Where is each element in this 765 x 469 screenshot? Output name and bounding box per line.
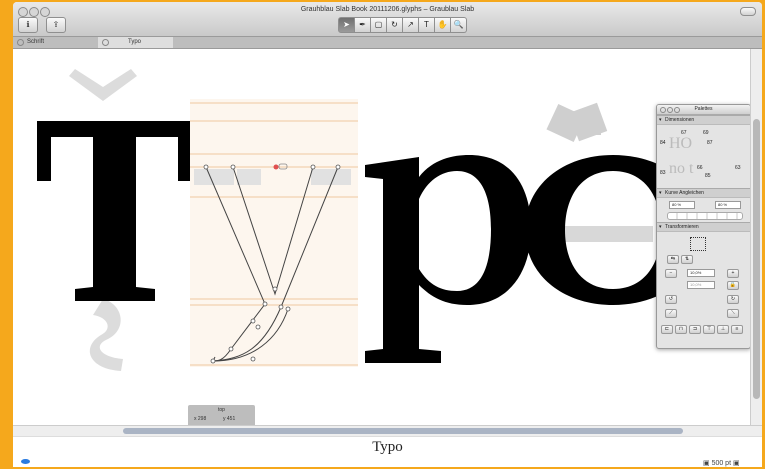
rotate-left-button[interactable]: ↺ bbox=[665, 295, 677, 304]
caron-ghost bbox=[69, 69, 137, 101]
slant-right-button[interactable]: ⟍ bbox=[727, 309, 739, 318]
glyph-name: Typo bbox=[372, 439, 403, 455]
scale-down-button[interactable]: − bbox=[665, 269, 677, 278]
curve-field-left[interactable]: 80 % bbox=[669, 201, 695, 209]
scale-field-vertical[interactable]: 10,0% bbox=[687, 281, 715, 289]
tab-label: Typo bbox=[128, 39, 142, 45]
preview-footer: Typo ▣ 500 pt ▣ bbox=[13, 436, 762, 467]
lock-icon[interactable]: 🔒 bbox=[727, 281, 739, 290]
dimension-value: 66 bbox=[697, 165, 703, 171]
section-curve-label: Kurve Angleichen bbox=[665, 190, 704, 196]
align-center-button[interactable]: ⊓ bbox=[675, 325, 687, 334]
bar-ghost bbox=[553, 226, 653, 242]
dimension-value: 84 bbox=[660, 140, 666, 146]
align-buttons: ⊏ ⊓ ⊐ ⊤ ⊥ ≡ bbox=[661, 325, 743, 334]
dimensions-box: HO no t 84 67 69 87 63 83 66 85 bbox=[657, 125, 750, 188]
rotate-right-button[interactable]: ↻ bbox=[727, 295, 739, 304]
select-tool-icon[interactable]: ➤ bbox=[338, 17, 355, 33]
slant-left-button[interactable]: ⟋ bbox=[665, 309, 677, 318]
accent-ghosts-right bbox=[546, 102, 608, 143]
section-transform-label: Transformieren bbox=[665, 224, 699, 230]
align-right-button[interactable]: ⊐ bbox=[689, 325, 701, 334]
knife-tool-icon[interactable]: ↗ bbox=[403, 17, 419, 33]
rectangle-tool-icon[interactable]: ▢ bbox=[371, 17, 387, 33]
dimension-value: 69 bbox=[703, 130, 709, 136]
tab-label: Schrift bbox=[27, 39, 45, 45]
mirror-horizontal-button[interactable]: ⇆ bbox=[667, 255, 679, 264]
horizontal-scroll-thumb[interactable] bbox=[123, 428, 683, 434]
glyph-view bbox=[37, 69, 703, 371]
export-icon: ⇪ bbox=[52, 20, 60, 29]
scale-up-button[interactable]: + bbox=[727, 269, 739, 278]
export-button[interactable]: ⇪ bbox=[46, 17, 66, 33]
reference-point-grid[interactable] bbox=[690, 237, 706, 251]
tab-schrift[interactable]: Schrift bbox=[13, 37, 98, 48]
align-left-button[interactable]: ⊏ bbox=[661, 325, 673, 334]
dimension-value: 63 bbox=[735, 165, 741, 171]
coordinates-label: top bbox=[218, 407, 225, 413]
align-top-button[interactable]: ⊤ bbox=[703, 325, 715, 334]
dimension-glyphs: HO bbox=[669, 135, 693, 152]
glyph-y-box bbox=[190, 99, 358, 367]
palette-title: Palettes bbox=[694, 106, 713, 112]
text-tool-icon[interactable]: T bbox=[419, 17, 435, 33]
curve-presets[interactable] bbox=[667, 212, 743, 220]
section-dimensions-label: Dimensionen bbox=[665, 117, 695, 123]
dimension-value: 67 bbox=[681, 130, 687, 136]
cedilla-ghost bbox=[89, 299, 123, 371]
vertical-scroll-thumb[interactable] bbox=[753, 119, 760, 399]
coordinate-x[interactable]: x 298 bbox=[194, 416, 206, 422]
curve-box: 80 % 80 % bbox=[657, 198, 750, 222]
hand-tool-icon[interactable]: ✋ bbox=[435, 17, 451, 33]
dimension-value: 87 bbox=[707, 140, 713, 146]
close-tab-icon[interactable] bbox=[17, 39, 24, 46]
info-button[interactable]: ℹ bbox=[18, 17, 38, 33]
window-title: Grauhblau Slab Book 20111206.glyphs – Gr… bbox=[300, 6, 475, 13]
align-middle-button[interactable]: ⊥ bbox=[717, 325, 729, 334]
info-icon: ℹ bbox=[26, 20, 30, 29]
toolbar-toggle-button[interactable] bbox=[740, 7, 756, 16]
titlebar: Grauhblau Slab Book 20111206.glyphs – Gr… bbox=[13, 2, 762, 37]
tab-typo[interactable]: Typo bbox=[98, 37, 173, 48]
edit-canvas[interactable]: Palettes Dimensionen HO no t 84 67 69 87… bbox=[13, 49, 750, 425]
glyph-p[interactable] bbox=[365, 155, 531, 363]
draw-tool-icon[interactable]: ✒ bbox=[355, 17, 371, 33]
rotate-tool-icon[interactable]: ↻ bbox=[387, 17, 403, 33]
align-bottom-button[interactable]: ≡ bbox=[731, 325, 743, 334]
coordinate-y[interactable]: y 451 bbox=[223, 416, 235, 422]
zoom-tool-icon[interactable]: 🔍 bbox=[451, 17, 467, 33]
tab-bar: Schrift Typo bbox=[13, 37, 762, 49]
dimension-glyphs-lower: no t bbox=[669, 160, 694, 177]
dimension-value: 83 bbox=[660, 170, 666, 176]
section-curve[interactable]: Kurve Angleichen bbox=[657, 188, 750, 198]
section-transform[interactable]: Transformieren bbox=[657, 222, 750, 232]
anchor-handle[interactable] bbox=[273, 164, 279, 170]
scale-field[interactable]: 10,0% bbox=[687, 269, 715, 277]
palettes-panel: Palettes Dimensionen HO no t 84 67 69 87… bbox=[656, 104, 750, 349]
section-dimensions[interactable]: Dimensionen bbox=[657, 115, 750, 125]
transform-box: ⇆ ⇅ − 10,0% + 10,0% 🔒 ↺ ↻ ⟋ ⟍ ⊏ ⊓ ⊐ ⊤ ⊥ … bbox=[657, 232, 750, 348]
coordinates-box: top x 298 y 451 bbox=[188, 405, 255, 427]
zoom-level[interactable]: ▣ 500 pt ▣ bbox=[703, 459, 740, 467]
tool-group: ➤ ✒ ▢ ↻ ↗ T ✋ 🔍 bbox=[338, 17, 467, 33]
curve-field-right[interactable]: 80 % bbox=[715, 201, 741, 209]
vertical-scrollbar[interactable] bbox=[750, 49, 762, 425]
preview-eye-icon[interactable] bbox=[21, 459, 30, 464]
mirror-vertical-button[interactable]: ⇅ bbox=[681, 255, 693, 264]
close-tab-icon[interactable] bbox=[102, 39, 109, 46]
glyphs-window: Grauhblau Slab Book 20111206.glyphs – Gr… bbox=[13, 2, 762, 467]
palette-titlebar: Palettes bbox=[657, 105, 750, 115]
dimension-value: 85 bbox=[705, 173, 711, 179]
glyph-T[interactable] bbox=[37, 121, 190, 301]
horizontal-scrollbar[interactable] bbox=[13, 425, 762, 436]
